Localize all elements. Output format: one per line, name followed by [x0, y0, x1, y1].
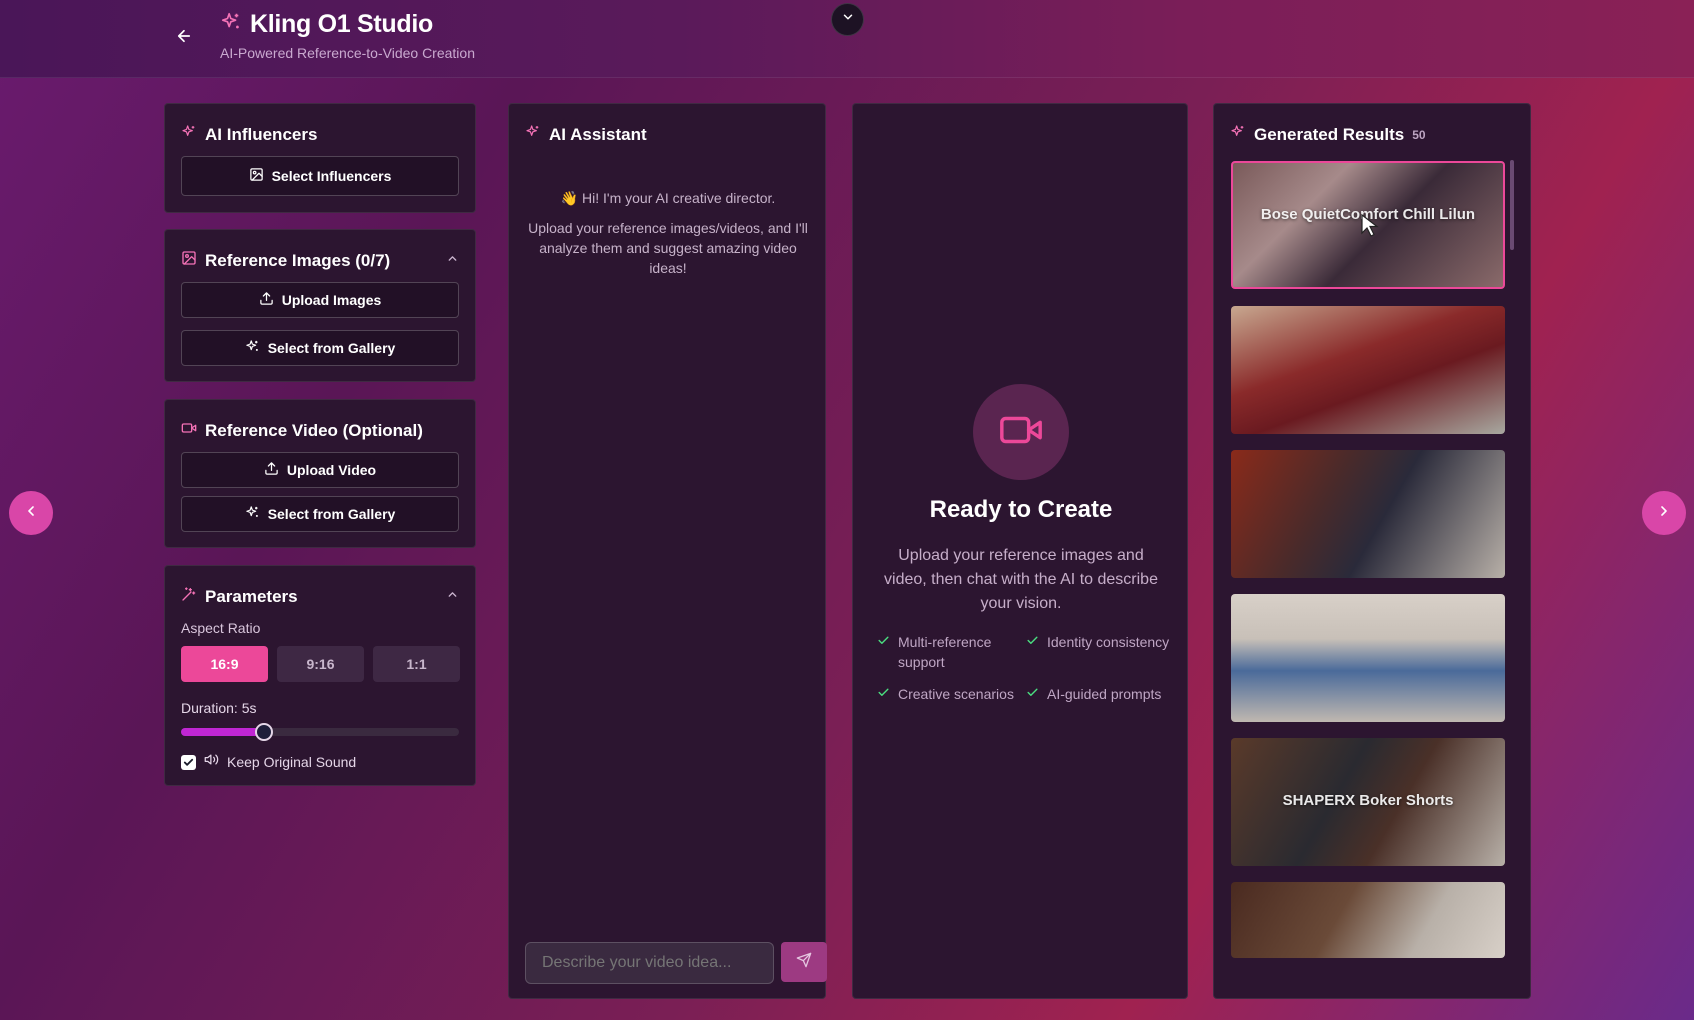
feature-item: Multi-reference support [877, 632, 1027, 672]
keep-sound-checkbox[interactable] [181, 754, 196, 770]
sparkles-icon [181, 124, 197, 145]
sparkles-icon [1230, 124, 1246, 145]
preview-heading: Ready to Create [929, 496, 1113, 523]
next-button[interactable] [1642, 491, 1686, 535]
assistant-greeting: 👋 Hi! I'm your AI creative director. [560, 190, 776, 206]
reference-video-title: Reference Video (Optional) [205, 420, 423, 440]
assistant-title: AI Assistant [549, 124, 647, 144]
result-label: SHAPERX Boker Shorts [1282, 792, 1454, 809]
feature-label: Identity consistency [1047, 634, 1170, 650]
send-button[interactable] [781, 942, 827, 982]
upload-images-button[interactable]: Upload Images [181, 282, 459, 318]
collapse-header-button[interactable] [831, 3, 864, 36]
select-influencers-button[interactable]: Select Influencers [181, 156, 459, 196]
assistant-panel: AI Assistant 👋 Hi! I'm your AI creative … [508, 103, 827, 999]
chevron-left-icon [23, 503, 39, 524]
video-camera-icon [998, 407, 1044, 458]
sparkles-icon [220, 11, 242, 38]
result-thumbnail[interactable] [1231, 594, 1505, 722]
check-icon [1026, 632, 1039, 652]
reference-images-panel: Reference Images (0/7) Upload Images Sel… [164, 229, 476, 382]
app-header: Kling O1 Studio AI-Powered Reference-to-… [0, 0, 1694, 78]
preview-description: Upload your reference images and video, … [884, 547, 1158, 612]
previous-button[interactable] [9, 491, 53, 535]
select-influencers-label: Select Influencers [271, 168, 392, 184]
upload-images-label: Upload Images [281, 292, 382, 308]
chevron-down-icon [841, 10, 855, 29]
chevron-right-icon [1656, 503, 1672, 524]
cursor-icon [1360, 213, 1380, 242]
upload-icon [264, 461, 279, 479]
sparkles-icon [245, 505, 260, 523]
aspect-ratio-9-16-button[interactable]: 9:16 [277, 646, 364, 682]
aspect-ratio-16-9-button[interactable]: 16:9 [181, 646, 268, 682]
sparkles-icon [525, 124, 541, 145]
sparkles-icon [245, 339, 260, 357]
results-scrollbar[interactable] [1510, 160, 1514, 250]
send-icon [796, 952, 812, 973]
aspect-ratio-1-1-button[interactable]: 1:1 [373, 646, 460, 682]
duration-slider-thumb[interactable] [255, 723, 274, 741]
reference-images-title: Reference Images (0/7) [205, 250, 391, 270]
results-panel: Generated Results 50 Bose QuietComfort C… [1213, 103, 1531, 999]
feature-item: AI-guided prompts [1026, 684, 1176, 704]
result-thumbnail[interactable] [1231, 306, 1505, 434]
duration-slider[interactable] [181, 723, 459, 741]
parameters-panel: Parameters Aspect Ratio 16:9 9:16 1:1 Du… [164, 565, 476, 786]
feature-label: Creative scenarios [898, 686, 1014, 702]
app-subtitle: AI-Powered Reference-to-Video Creation [220, 45, 475, 61]
aspect-ratio-label: Aspect Ratio [181, 620, 261, 636]
result-thumbnail[interactable] [1231, 450, 1505, 578]
video-gallery-label: Select from Gallery [267, 506, 396, 522]
images-gallery-label: Select from Gallery [267, 340, 396, 356]
preview-video-badge [973, 384, 1069, 480]
reference-video-panel: Reference Video (Optional) Upload Video … [164, 399, 476, 548]
speaker-icon [204, 752, 219, 772]
check-icon [1026, 684, 1039, 704]
app-title: Kling O1 Studio [250, 10, 433, 38]
preview-panel: Ready to Create Upload your reference im… [852, 103, 1188, 999]
chevron-up-icon[interactable] [446, 588, 459, 606]
check-icon [877, 632, 890, 672]
magic-wand-icon [181, 586, 197, 607]
feature-item: Identity consistency [1026, 632, 1176, 652]
results-title: Generated Results [1254, 124, 1405, 144]
upload-icon [259, 291, 274, 309]
feature-label: AI-guided prompts [1047, 686, 1162, 702]
keep-sound-label: Keep Original Sound [227, 754, 357, 770]
image-icon [249, 167, 264, 185]
upload-video-label: Upload Video [286, 462, 377, 478]
assistant-message: Upload your reference images/videos, and… [528, 220, 808, 276]
video-camera-icon [181, 420, 197, 441]
result-thumbnail[interactable] [1231, 882, 1505, 958]
results-count: 50 [1412, 127, 1426, 142]
check-icon [877, 684, 890, 704]
duration-slider-fill [181, 728, 265, 736]
chat-input[interactable] [525, 942, 774, 984]
image-icon [181, 250, 197, 271]
images-gallery-button[interactable]: Select from Gallery [181, 330, 459, 366]
feature-label: Multi-reference support [898, 634, 992, 670]
influencers-title: AI Influencers [205, 124, 318, 144]
back-arrow-icon[interactable] [172, 24, 196, 48]
influencers-panel: AI Influencers Select Influencers [164, 103, 476, 213]
result-thumbnail[interactable]: Bose QuietComfort Chill Lilun [1231, 161, 1505, 289]
upload-video-button[interactable]: Upload Video [181, 452, 459, 488]
result-thumbnail[interactable]: SHAPERX Boker Shorts [1231, 738, 1505, 866]
parameters-title: Parameters [205, 586, 298, 606]
chevron-up-icon[interactable] [446, 252, 459, 270]
duration-label: Duration: 5s [181, 700, 257, 716]
video-gallery-button[interactable]: Select from Gallery [181, 496, 459, 532]
feature-item: Creative scenarios [877, 684, 1027, 704]
